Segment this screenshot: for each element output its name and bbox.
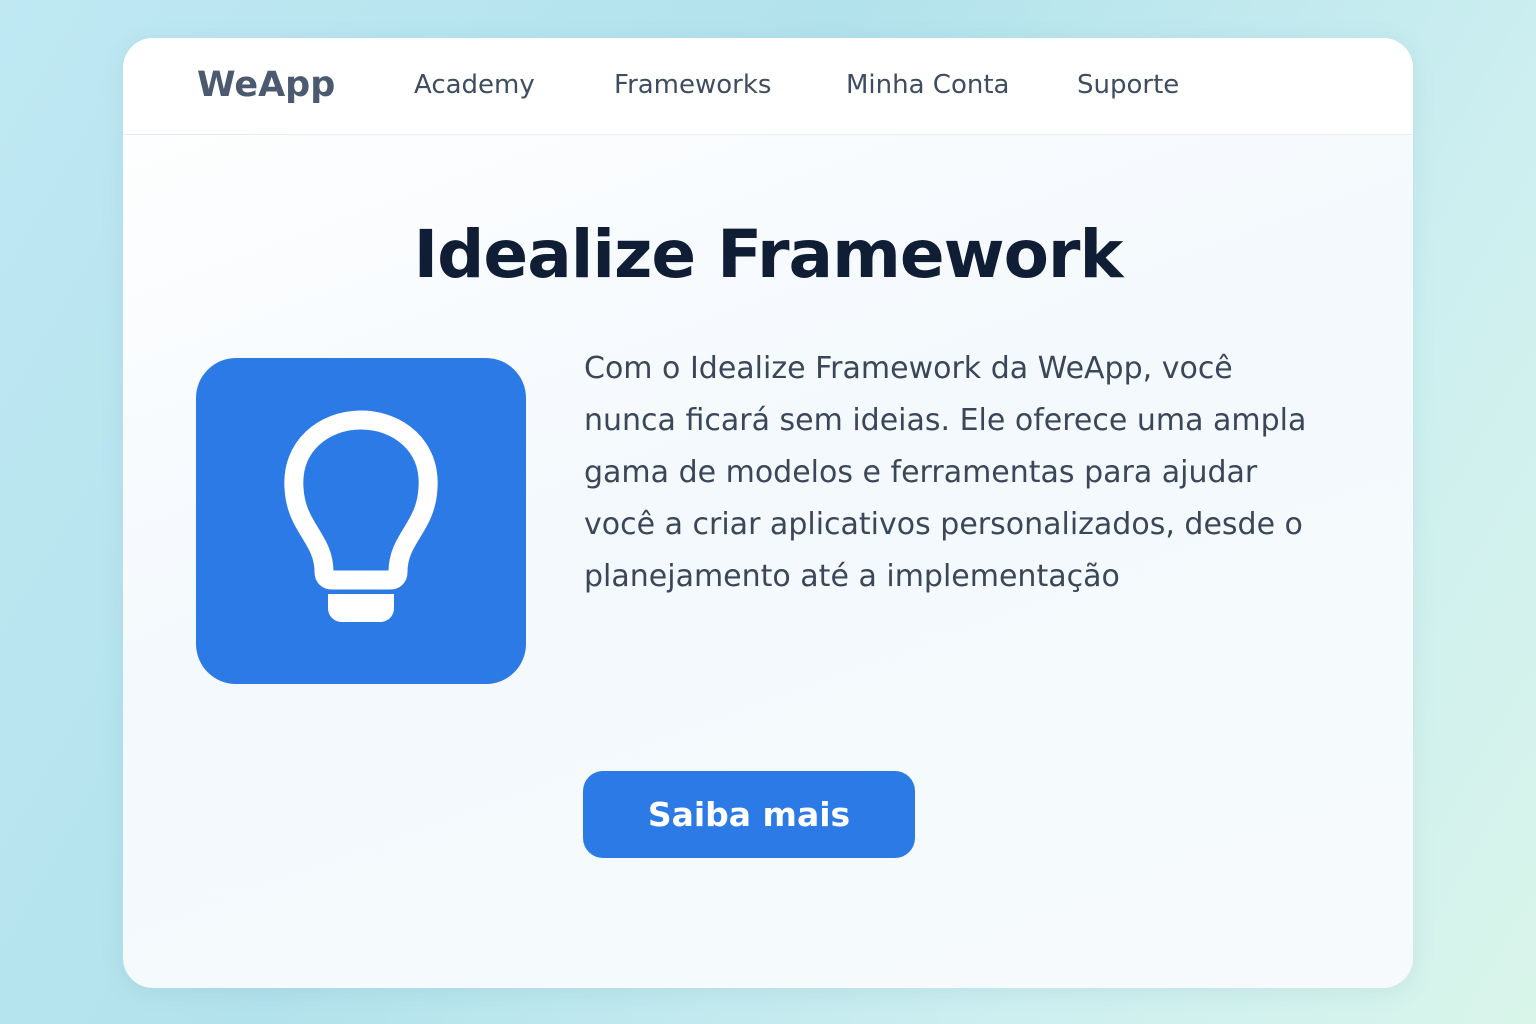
top-navbar: WeApp Academy Frameworks Minha Conta Sup…: [123, 38, 1413, 135]
saiba-mais-button[interactable]: Saiba mais: [583, 771, 915, 858]
nav-link-frameworks[interactable]: Frameworks: [614, 70, 771, 100]
page-title: Idealize Framework: [413, 216, 1124, 293]
content-card: WeApp Academy Frameworks Minha Conta Sup…: [123, 38, 1413, 988]
nav-link-suporte[interactable]: Suporte: [1077, 70, 1179, 100]
nav-link-academy[interactable]: Academy: [414, 70, 535, 100]
lightbulb-icon: [284, 410, 438, 622]
brand-logo[interactable]: WeApp: [197, 65, 335, 105]
framework-description: Com o Idealize Framework da WeApp, você …: [584, 351, 1307, 594]
feature-icon-tile: [196, 358, 526, 684]
nav-link-minha-conta[interactable]: Minha Conta: [846, 70, 1009, 100]
